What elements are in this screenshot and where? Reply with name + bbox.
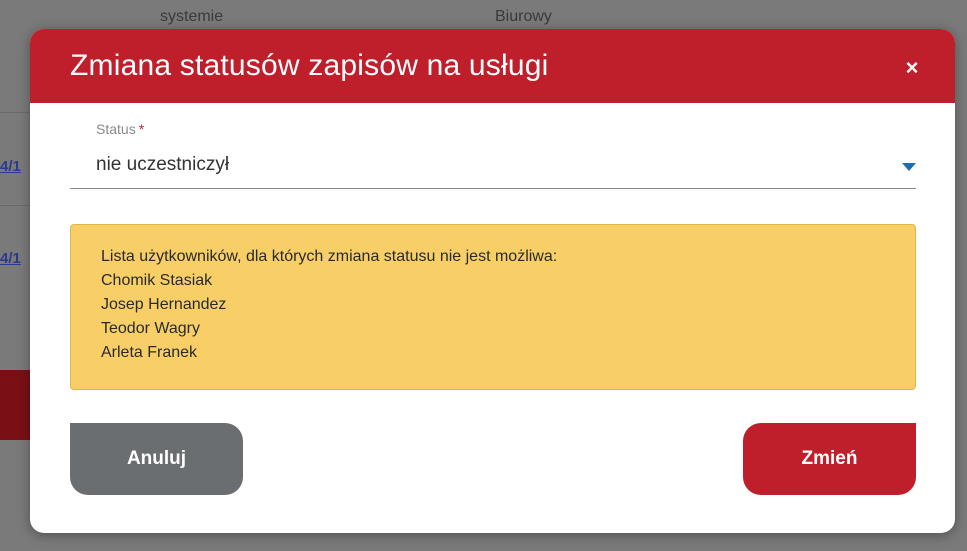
- chevron-down-icon[interactable]: [902, 163, 916, 171]
- background-column-header: systemie: [160, 8, 224, 25]
- confirm-button[interactable]: Zmień: [743, 423, 916, 495]
- change-status-dialog: Zmiana statusów zapisów na usługi × Stat…: [30, 29, 955, 533]
- status-label: Status *: [96, 121, 144, 137]
- dialog-title: Zmiana statusów zapisów na usługi: [70, 49, 549, 82]
- background-column-header: Biurowy: [495, 8, 552, 25]
- required-marker: *: [138, 121, 145, 137]
- status-label-text: Status: [96, 121, 136, 137]
- user-list-item: Arleta Franek: [101, 344, 198, 361]
- status-selected-value[interactable]: nie uczestniczył: [96, 154, 229, 176]
- cancel-button[interactable]: Anuluj: [70, 423, 243, 495]
- status-select[interactable]: Status * nie uczestniczył: [70, 121, 916, 189]
- close-button[interactable]: ×: [899, 55, 925, 81]
- close-icon[interactable]: ×: [906, 55, 919, 81]
- background-row-link: 4/1: [0, 158, 21, 175]
- user-list-item: Josep Hernandez: [101, 296, 227, 313]
- dialog-header: Zmiana statusów zapisów na usługi ×: [30, 29, 955, 103]
- user-list-item: Teodor Wagry: [101, 320, 200, 337]
- user-list-item: Chomik Stasiak: [101, 272, 213, 289]
- warning-box: Lista użytkowników, dla których zmiana s…: [70, 224, 916, 390]
- warning-message: Lista użytkowników, dla których zmiana s…: [101, 248, 558, 265]
- background-row-link: 4/1: [0, 250, 21, 267]
